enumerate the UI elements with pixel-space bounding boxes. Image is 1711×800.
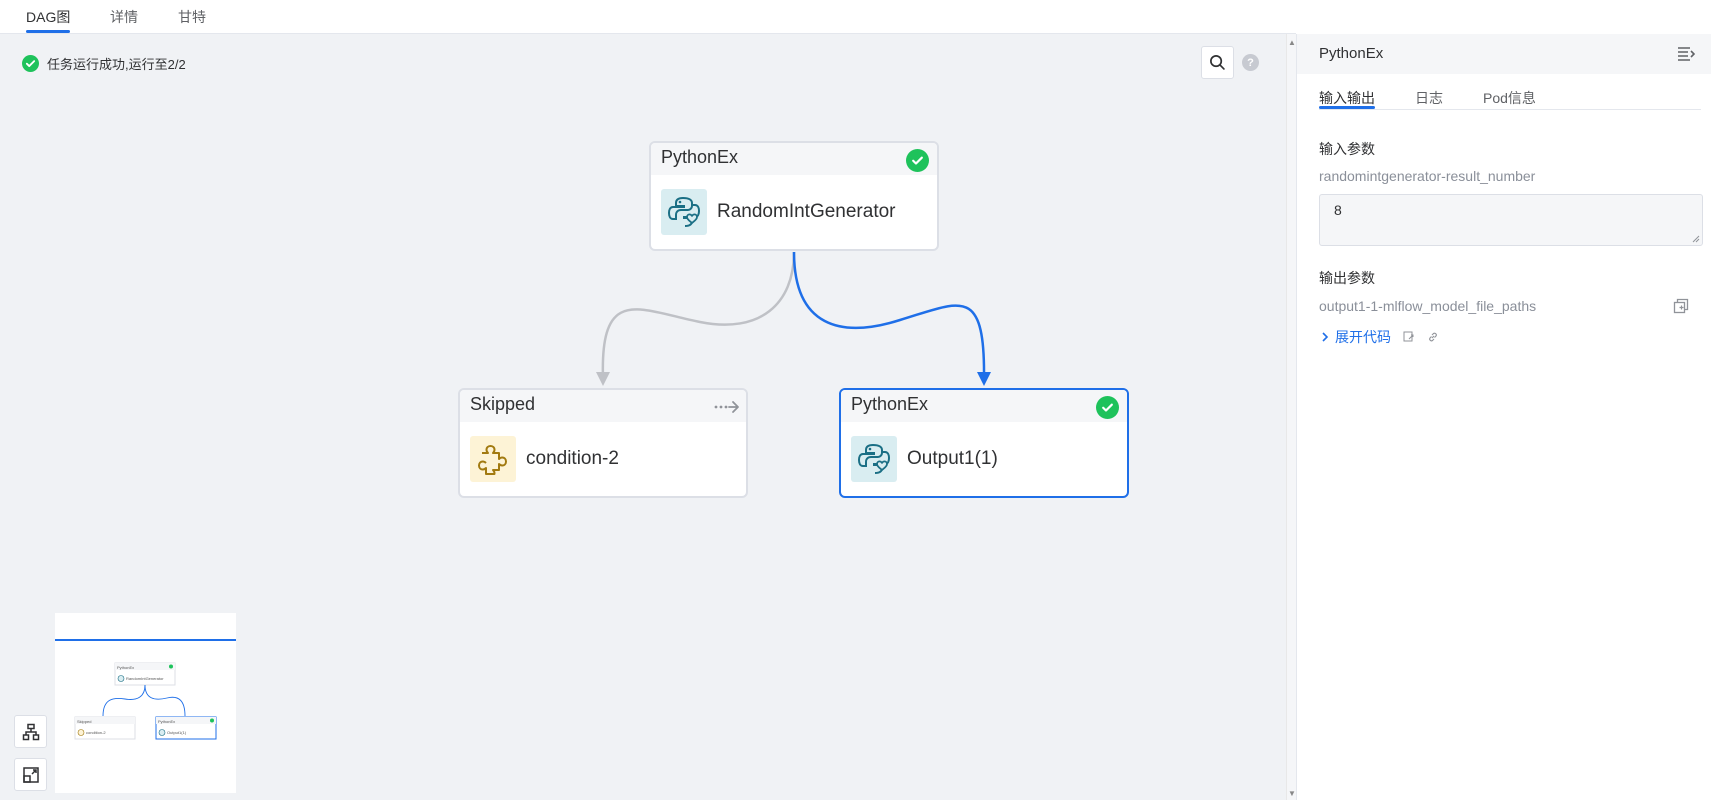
- output-param-name: output1-1-mlflow_model_file_paths: [1319, 298, 1537, 314]
- node-header: PythonEx: [651, 143, 937, 175]
- fit-view-icon: [22, 766, 39, 783]
- tab-details[interactable]: 详情: [110, 7, 138, 27]
- minimap-node-name: Output1(1): [167, 730, 187, 735]
- input-param-name: randomintgenerator-result_number: [1319, 168, 1536, 184]
- input-param-value-field[interactable]: 8: [1319, 194, 1703, 246]
- node-type-label: PythonEx: [851, 394, 929, 414]
- resize-handle-icon[interactable]: [1692, 235, 1700, 243]
- node-random-int-generator[interactable]: PythonEx RandomIntGenerator: [649, 141, 939, 251]
- active-tab-indicator: [1319, 106, 1375, 109]
- panel-tabs: 输入输出 日志 Pod信息: [1319, 80, 1701, 110]
- minimap-node-name: condition-2: [86, 730, 106, 735]
- edge-to-condition: [601, 251, 796, 379]
- layout-icon: [22, 723, 39, 740]
- tab-pod-info[interactable]: Pod信息: [1483, 88, 1536, 108]
- input-param-value: 8: [1334, 202, 1342, 218]
- minimap-node-name: RandomIntGenerator: [126, 676, 164, 681]
- scroll-down-icon[interactable]: ▼: [1288, 789, 1296, 798]
- auto-layout-button[interactable]: [14, 715, 47, 748]
- minimap-node-header: PythonEx: [158, 719, 175, 724]
- node-type-label: Skipped: [470, 394, 536, 414]
- skipped-arrow-icon: [714, 399, 740, 420]
- export-icon[interactable]: [1403, 331, 1415, 343]
- expand-code-label: 展开代码: [1335, 329, 1391, 345]
- success-icon: [906, 149, 929, 172]
- minimap[interactable]: PythonEx RandomIntGenerator Skipped cond…: [55, 613, 236, 793]
- edge-arrow-output: [977, 372, 991, 386]
- panel-title: PythonEx: [1319, 45, 1384, 62]
- scroll-up-icon[interactable]: ▲: [1288, 38, 1296, 47]
- view-tabs: DAG图 详情 甘特: [0, 0, 1296, 34]
- edge-arrow-condition: [596, 372, 610, 386]
- copy-icon[interactable]: [1673, 298, 1689, 319]
- tab-dag[interactable]: DAG图: [26, 7, 70, 27]
- node-type-label: PythonEx: [661, 147, 739, 167]
- tab-io[interactable]: 输入输出: [1319, 88, 1375, 108]
- node-output1[interactable]: PythonEx Output1(1): [839, 388, 1129, 498]
- fit-view-button[interactable]: [14, 758, 47, 791]
- detail-panel: PythonEx 输入输出 日志 Pod信息 输入参数 randomintgen…: [1296, 34, 1711, 800]
- python-icon: [661, 189, 707, 235]
- chevron-right-icon: [1322, 332, 1329, 342]
- python-icon: [851, 436, 897, 482]
- active-tab-indicator: [26, 30, 70, 33]
- minimap-node-header: PythonEx: [117, 665, 134, 670]
- tab-log[interactable]: 日志: [1415, 88, 1443, 108]
- output-params-title: 输出参数: [1319, 270, 1375, 286]
- minimap-node-header: Skipped: [77, 719, 91, 724]
- node-name: RandomIntGenerator: [717, 201, 896, 222]
- node-name: condition-2: [526, 448, 619, 469]
- puzzle-icon: [470, 436, 516, 482]
- input-params-title: 输入参数: [1319, 141, 1375, 157]
- expand-code-link[interactable]: 展开代码: [1321, 327, 1439, 347]
- node-name: Output1(1): [907, 448, 998, 469]
- dag-canvas[interactable]: 任务运行成功,运行至2/2 ? PythonEx RandomIntGenera: [0, 34, 1286, 800]
- panel-header: PythonEx: [1297, 34, 1711, 74]
- collapse-panel-icon[interactable]: [1677, 46, 1696, 66]
- tab-gantt[interactable]: 甘特: [178, 7, 206, 27]
- node-condition-2[interactable]: Skipped condition-2: [458, 388, 748, 498]
- edge-to-output: [792, 251, 986, 379]
- node-header: Skipped: [460, 390, 746, 422]
- success-icon: [1096, 396, 1119, 419]
- node-header: PythonEx: [841, 390, 1127, 422]
- minimap-drawing: PythonEx RandomIntGenerator Skipped cond…: [55, 639, 236, 740]
- canvas-scrollbar[interactable]: ▲ ▼: [1286, 34, 1296, 800]
- link-icon[interactable]: [1427, 331, 1439, 343]
